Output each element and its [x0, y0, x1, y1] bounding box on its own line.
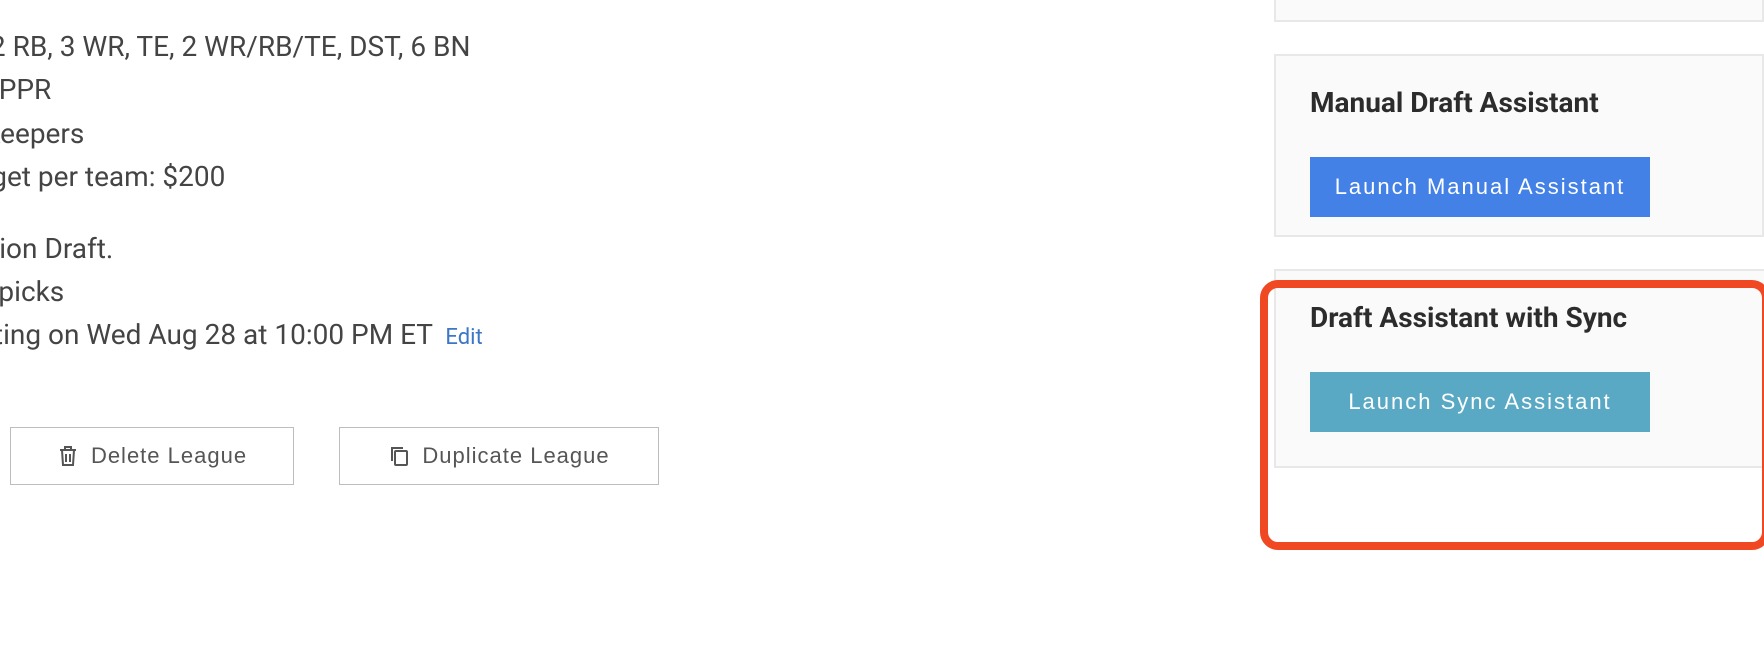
- mock-draft-card: Start a Mock Draft: [1274, 0, 1764, 22]
- manual-assistant-card: Manual Draft Assistant Launch Manual Ass…: [1274, 54, 1764, 237]
- budget-setting: udget per team: $200: [0, 155, 800, 198]
- draft-type-setting: uction Draft.: [0, 227, 800, 270]
- launch-sync-assistant-label: Launch Sync Assistant: [1348, 389, 1611, 415]
- sync-assistant-title: Draft Assistant with Sync: [1310, 301, 1730, 334]
- duplicate-league-label: Duplicate League: [422, 443, 609, 469]
- scoring-setting: alf PPR: [0, 68, 800, 111]
- trash-icon: [57, 444, 79, 468]
- copy-icon: [388, 444, 410, 468]
- duplicate-league-button[interactable]: Duplicate League: [339, 427, 659, 485]
- manual-assistant-title: Manual Draft Assistant: [1310, 86, 1728, 119]
- league-info-list: B, 2 RB, 3 WR, TE, 2 WR/RB/TE, DST, 6 BN…: [0, 25, 800, 357]
- launch-sync-assistant-button[interactable]: Launch Sync Assistant: [1310, 372, 1650, 432]
- edit-draft-time-link[interactable]: Edit: [445, 325, 482, 350]
- delete-league-label: Delete League: [91, 443, 247, 469]
- league-actions-row: hoo Delete League Duplicate League: [0, 427, 800, 485]
- delete-league-button[interactable]: Delete League: [10, 427, 294, 485]
- draft-time-setting: rafting on Wed Aug 28 at 10:00 PM ET Edi…: [0, 313, 800, 356]
- picks-setting: 92 picks: [0, 270, 800, 313]
- launch-manual-assistant-label: Launch Manual Assistant: [1335, 174, 1626, 200]
- roster-setting: B, 2 RB, 3 WR, TE, 2 WR/RB/TE, DST, 6 BN: [0, 25, 800, 68]
- draft-time-text: rafting on Wed Aug 28 at 10:00 PM ET: [0, 318, 432, 351]
- sync-assistant-card: Draft Assistant with Sync Launch Sync As…: [1274, 269, 1764, 468]
- spacer: [0, 199, 800, 227]
- sidebar: Start a Mock Draft Manual Draft Assistan…: [1274, 0, 1764, 500]
- league-settings-panel: B, 2 RB, 3 WR, TE, 2 WR/RB/TE, DST, 6 BN…: [0, 25, 800, 485]
- launch-manual-assistant-button[interactable]: Launch Manual Assistant: [1310, 157, 1650, 217]
- keepers-setting: o Keepers: [0, 112, 800, 155]
